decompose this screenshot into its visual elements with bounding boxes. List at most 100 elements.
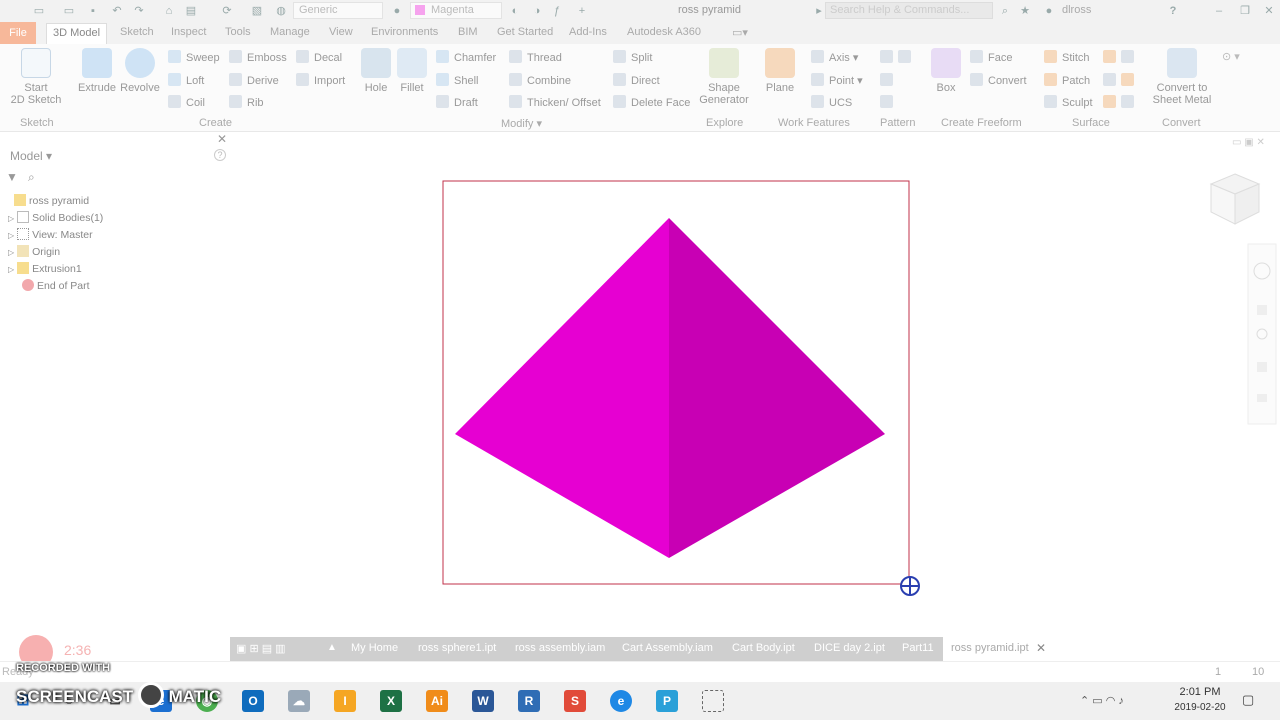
hole-button[interactable]: Hole [360, 48, 392, 94]
inventor-icon[interactable]: I [334, 690, 356, 712]
decal-button[interactable]: Decal [296, 50, 342, 64]
rib-button[interactable]: Rib [229, 95, 264, 109]
close-button[interactable]: ✕ [1262, 4, 1276, 18]
outlook-icon[interactable]: O [242, 690, 264, 712]
tab-file[interactable]: File [0, 22, 36, 44]
tab-list-icon[interactable]: ▲ [327, 642, 337, 653]
system-tray-icons[interactable]: ⌃ ▭ ◠ ♪ [1080, 694, 1124, 707]
search-input[interactable]: Search Help & Commands... [825, 2, 993, 19]
tab-autodesk-a360[interactable]: Autodesk A360 [627, 26, 701, 38]
doc-tab-cart-body[interactable]: Cart Body.ipt [732, 642, 795, 654]
tree-node-extrusion1[interactable]: ▷ Extrusion1 [8, 262, 82, 275]
combine-button[interactable]: Combine [509, 73, 571, 87]
snipping-tool-icon[interactable] [702, 690, 724, 712]
undo-icon[interactable]: ↶ [110, 4, 124, 18]
new-file-icon[interactable]: ▭ [32, 4, 46, 18]
find-icon[interactable]: ⌕ [28, 170, 35, 185]
expand-icon[interactable]: ▷ [8, 265, 14, 274]
direct-button[interactable]: Direct [613, 73, 660, 87]
minimize-button[interactable]: – [1212, 4, 1226, 18]
tab-bim[interactable]: BIM [458, 26, 478, 38]
tree-node-origin[interactable]: ▷ Origin [8, 245, 60, 258]
expand-icon[interactable]: ▷ [8, 214, 14, 223]
navigation-bar[interactable] [1247, 243, 1277, 425]
circular-pattern-button[interactable] [880, 73, 898, 87]
rectangular-pattern-button[interactable] [880, 50, 916, 64]
shell-button[interactable]: Shell [436, 73, 478, 87]
doc-tab-part11[interactable]: Part11 [902, 642, 934, 654]
surface-tool-1-button[interactable] [1103, 50, 1139, 64]
sketch-driven-pattern-button[interactable] [880, 95, 898, 109]
browser-title[interactable]: Model ▾ [10, 149, 52, 163]
browser-close-icon[interactable]: ✕ [217, 132, 227, 146]
extrude-button[interactable]: Extrude [78, 48, 116, 94]
tree-node-end-of-part[interactable]: End of Part [22, 279, 90, 292]
tab-get-started[interactable]: Get Started [497, 26, 553, 38]
adjust-icon[interactable]: ◐ [508, 4, 522, 18]
filter-icon[interactable]: ▼ [6, 170, 18, 184]
thicken-offset-button[interactable]: Thicken/ Offset [509, 95, 601, 109]
derive-button[interactable]: Derive [229, 73, 279, 87]
patch-button[interactable]: Patch [1044, 73, 1090, 87]
app-p-icon[interactable]: P [656, 690, 678, 712]
notification-icon[interactable]: ▢ [1242, 692, 1254, 708]
convert-freeform-button[interactable]: Convert [970, 73, 1027, 87]
thread-button[interactable]: Thread [509, 50, 562, 64]
clock-time[interactable]: 2:01 PM [1170, 686, 1230, 698]
save-icon[interactable]: ▪ [86, 4, 100, 18]
clear-icon[interactable]: ◑ [530, 4, 544, 18]
pyramid-right-face[interactable] [669, 218, 885, 558]
redo-icon[interactable]: ↷ [132, 4, 146, 18]
tab-add-ins[interactable]: Add-Ins [569, 26, 607, 38]
star-icon[interactable]: ★ [1018, 4, 1032, 18]
stitch-button[interactable]: Stitch [1044, 50, 1090, 64]
split-button[interactable]: Split [613, 50, 652, 64]
doc-tab-cart-assembly[interactable]: Cart Assembly.iam [622, 642, 713, 654]
excel-icon[interactable]: X [380, 690, 402, 712]
clock-date[interactable]: 2019-02-20 [1168, 702, 1232, 713]
coil-button[interactable]: Coil [168, 95, 205, 109]
draft-button[interactable]: Draft [436, 95, 478, 109]
tab-manage[interactable]: Manage [270, 26, 310, 38]
delete-face-button[interactable]: Delete Face [613, 95, 690, 109]
browser-help-icon[interactable]: ? [214, 149, 226, 161]
tree-node-view-master[interactable]: ▷ View: Master [8, 228, 93, 241]
material-combo[interactable]: Magenta [410, 2, 502, 19]
illustrator-icon[interactable]: Ai [426, 690, 448, 712]
tab-3d-model[interactable]: 3D Model [46, 23, 108, 44]
revolve-button[interactable]: Revolve [120, 48, 160, 94]
start-2d-sketch-button[interactable]: Start 2D Sketch [10, 48, 62, 106]
tab-tools[interactable]: Tools [225, 26, 251, 38]
shape-generator-button[interactable]: Shape Generator [697, 48, 751, 106]
doc-tab-ross-pyramid[interactable]: ross pyramid.ipt ✕ [943, 637, 1058, 661]
tab-more-icon[interactable]: ▭▾ [732, 26, 748, 39]
pan-icon[interactable]: + [575, 4, 589, 18]
plane-button[interactable]: Plane [762, 48, 798, 94]
tree-node-solid-bodies[interactable]: ▷ Solid Bodies(1) [8, 211, 103, 224]
ribbon-options-icon[interactable]: ⊙ ▾ [1222, 50, 1240, 63]
word-icon[interactable]: W [472, 690, 494, 712]
sculpt-button[interactable]: Sculpt [1044, 95, 1093, 109]
surface-tool-3-button[interactable] [1103, 95, 1139, 109]
tree-node-root[interactable]: ross pyramid [14, 194, 89, 207]
point-button[interactable]: Point ▾ [811, 73, 863, 87]
graphics-window[interactable]: ▭ ▣ ✕ [230, 132, 1280, 637]
fillet-button[interactable]: Fillet [396, 48, 428, 94]
emboss-button[interactable]: Emboss [229, 50, 287, 64]
cloud-app-icon[interactable]: ☁ [288, 690, 310, 712]
tab-inspect[interactable]: Inspect [171, 26, 206, 38]
doc-tab-ross-assembly[interactable]: ross assembly.iam [515, 642, 605, 654]
chamfer-button[interactable]: Chamfer [436, 50, 496, 64]
box-button[interactable]: Box [928, 48, 964, 94]
help-icon[interactable]: ? [1166, 4, 1180, 18]
ucs-button[interactable]: UCS [811, 95, 852, 109]
user-name[interactable]: dlross [1062, 4, 1091, 16]
close-tab-icon[interactable]: ✕ [1036, 641, 1046, 655]
face-button[interactable]: Face [970, 50, 1012, 64]
doc-tab-dice-day-2[interactable]: DICE day 2.ipt [814, 642, 885, 654]
convert-to-sheet-metal-button[interactable]: Convert to Sheet Metal [1150, 48, 1214, 106]
color-icon[interactable]: ◍ [274, 4, 288, 18]
import-button[interactable]: Import [296, 73, 345, 87]
tab-sketch[interactable]: Sketch [120, 26, 154, 38]
loft-button[interactable]: Loft [168, 73, 204, 87]
